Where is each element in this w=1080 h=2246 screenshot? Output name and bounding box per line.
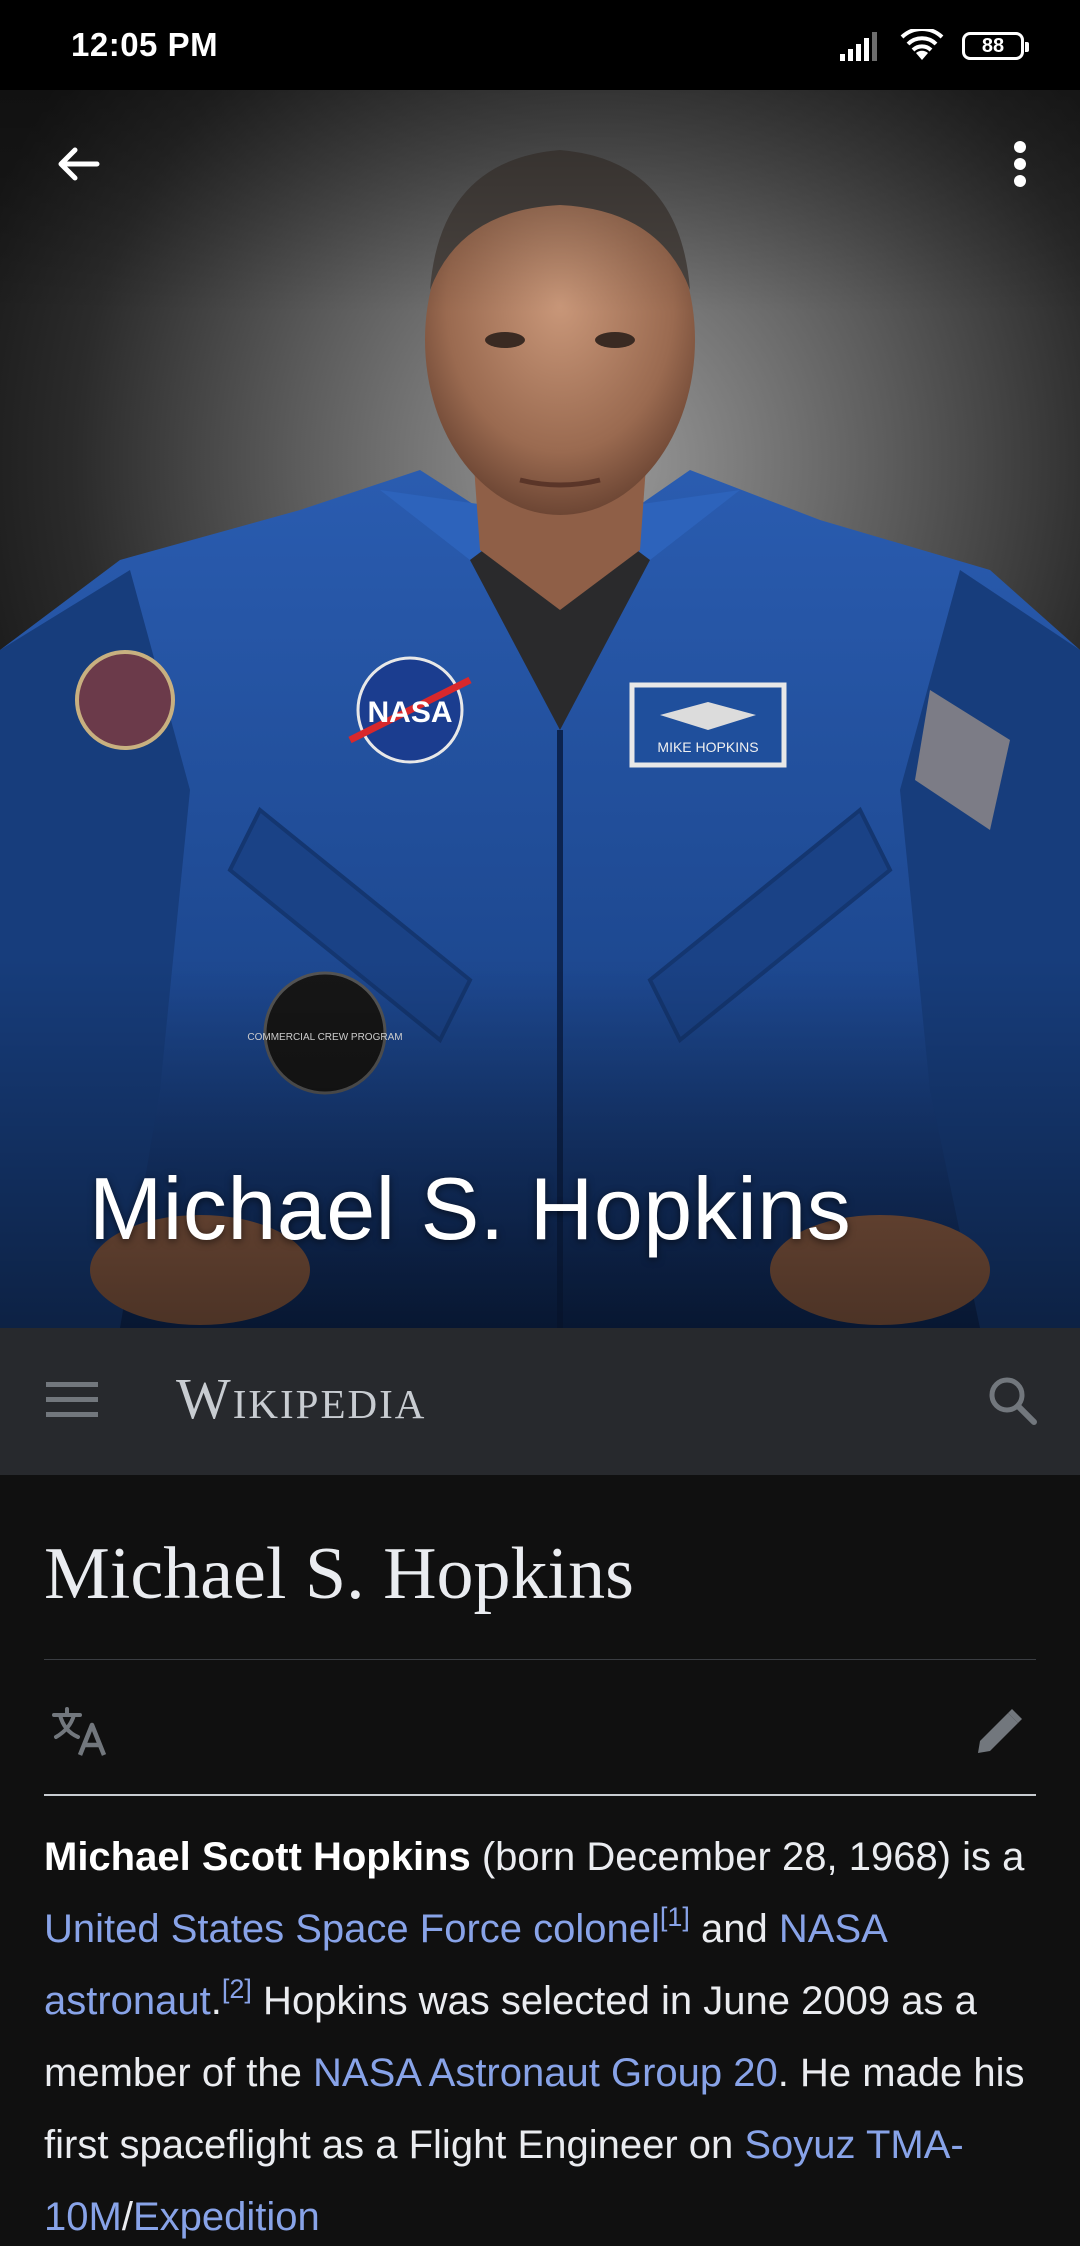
signal-icon bbox=[840, 32, 877, 61]
wifi-icon bbox=[900, 29, 944, 60]
hero-title: Michael S. Hopkins bbox=[89, 1159, 852, 1258]
battery-level: 88 bbox=[981, 35, 1005, 57]
translate-icon bbox=[52, 1707, 107, 1756]
more-vertical-icon bbox=[1014, 141, 1026, 187]
search-icon bbox=[989, 1377, 1037, 1425]
lead-image[interactable]: NASA MIKE HOPKINS COMMERCIAL CREW PROGRA… bbox=[0, 90, 1080, 1328]
crew-patch-text: COMMERCIAL CREW PROGRAM bbox=[247, 1032, 402, 1043]
lead-text: . bbox=[210, 1979, 222, 2023]
search-button[interactable] bbox=[980, 1368, 1044, 1432]
name-tag-text: MIKE HOPKINS bbox=[657, 739, 758, 755]
link-space-force-colonel[interactable]: United States Space Force colonel bbox=[44, 1907, 660, 1951]
back-button[interactable] bbox=[44, 130, 112, 198]
lead-text: (born December 28, 1968) is a bbox=[470, 1835, 1025, 1879]
link-expedition[interactable]: Expedition bbox=[133, 2195, 320, 2239]
article-title: Michael S. Hopkins bbox=[44, 1533, 634, 1615]
lead-text: / bbox=[121, 2195, 133, 2239]
reference-1[interactable]: [1] bbox=[660, 1902, 690, 1932]
pencil-icon bbox=[978, 1709, 1022, 1753]
title-divider bbox=[44, 1659, 1036, 1660]
status-time: 12:05 PM bbox=[71, 26, 219, 63]
nasa-patch-text: NASA bbox=[367, 696, 452, 729]
lead-paragraph: Michael Scott Hopkins (born December 28,… bbox=[44, 1821, 1036, 2246]
lead-bold-name: Michael Scott Hopkins bbox=[44, 1835, 471, 1879]
astronaut-portrait-image: NASA MIKE HOPKINS COMMERCIAL CREW PROGRA… bbox=[0, 150, 1080, 1328]
link-astronaut-group-20[interactable]: NASA Astronaut Group 20 bbox=[313, 2051, 778, 2095]
battery-icon: 88 bbox=[962, 32, 1029, 60]
status-bar: 12:05 PM 88 bbox=[0, 0, 1080, 90]
arrow-left-icon bbox=[58, 147, 100, 181]
wikipedia-wordmark[interactable]: Wikipedia bbox=[176, 1370, 426, 1428]
actions-divider bbox=[44, 1794, 1036, 1796]
overflow-menu-button[interactable] bbox=[986, 130, 1054, 198]
wiki-header: Wikipedia bbox=[0, 1328, 1080, 1475]
main-menu-button[interactable] bbox=[40, 1368, 104, 1432]
hamburger-menu-icon bbox=[46, 1382, 98, 1417]
edit-button[interactable] bbox=[964, 1695, 1036, 1767]
reference-2[interactable]: [2] bbox=[222, 1974, 252, 2004]
language-button[interactable] bbox=[44, 1695, 116, 1767]
lead-text: and bbox=[689, 1907, 779, 1951]
status-icons: 88 bbox=[838, 26, 1029, 66]
